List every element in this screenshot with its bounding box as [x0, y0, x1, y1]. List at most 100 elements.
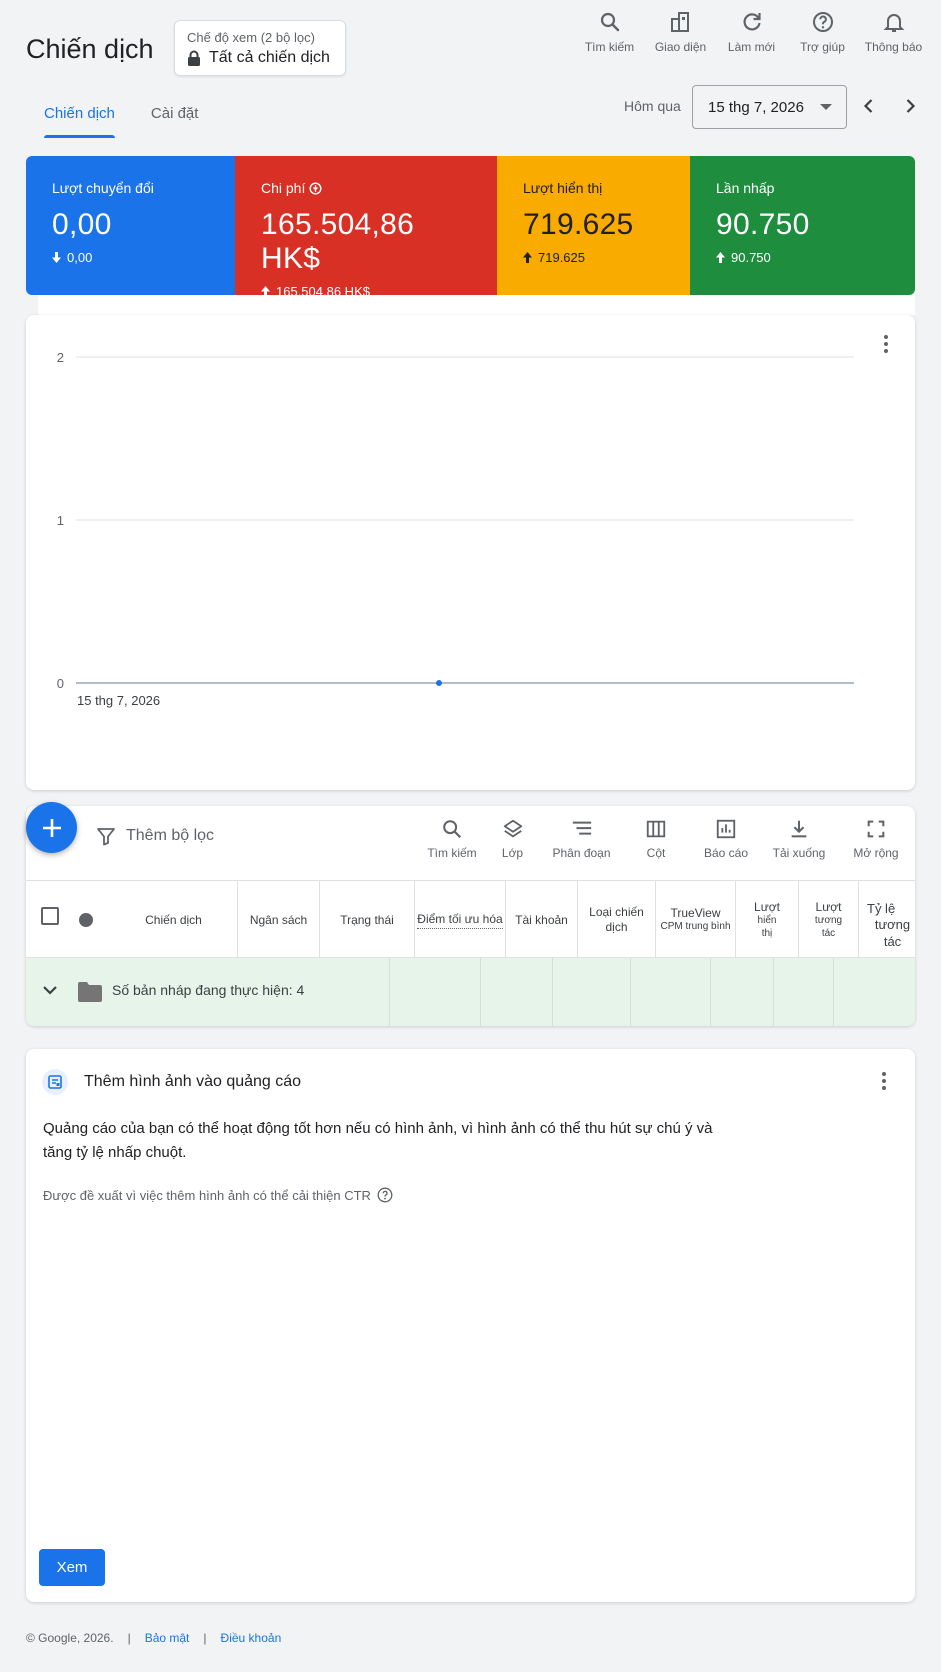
tool-expand[interactable]: Mở rộng [837, 818, 915, 860]
y-tick-label: 2 [57, 350, 64, 365]
status-dot-icon [79, 913, 93, 927]
draft-row[interactable]: Số bản nháp đang thực hiện: 4 [26, 958, 915, 1026]
chevron-left-icon [863, 99, 873, 113]
add-filter-label: Thêm bộ lọc [126, 827, 215, 844]
tab-campaigns[interactable]: Chiến dịch [26, 88, 133, 138]
arrow-up-icon [261, 286, 270, 295]
col-campaign[interactable]: Chiến dịch [110, 881, 238, 959]
copyright: © Google, 2026. [26, 1631, 114, 1645]
add-filter-button[interactable]: Thêm bộ lọc [96, 826, 214, 846]
col-interactions[interactable]: Lượt tương tác [799, 881, 859, 959]
col-interaction-rate[interactable]: Tỷ lệ tương tác [859, 881, 915, 959]
more-vert-icon[interactable] [872, 1069, 896, 1093]
view-selector-value: Tất cả chiến dịch [209, 49, 330, 66]
chevron-down-icon[interactable] [42, 984, 58, 996]
chart-header-strip [38, 295, 915, 315]
tool-label: Lớp [501, 846, 524, 860]
top-action-label: Làm mới [727, 40, 776, 54]
footer: © Google, 2026. | Bảo mật | Điều khoản [26, 1631, 281, 1645]
top-action-refresh[interactable]: Làm mới [716, 10, 787, 54]
col-campaign-type[interactable]: Loại chiến dịch [578, 881, 656, 959]
top-action-search[interactable]: Tìm kiếm [574, 10, 645, 54]
tool-layers[interactable]: Lớp [483, 818, 542, 860]
date-picker[interactable]: 15 thg 7, 2026 [692, 85, 847, 129]
tool-reports[interactable]: Báo cáo [691, 818, 761, 860]
tool-label: Cột [646, 846, 666, 860]
top-action-label: Tìm kiếm [584, 40, 635, 54]
tool-label: Tìm kiếm [427, 846, 477, 860]
scorecard-value: 0,00 [52, 208, 112, 241]
col-budget[interactable]: Ngân sách [238, 881, 320, 959]
previous-period-button[interactable] [855, 92, 883, 120]
tool-search[interactable]: Tìm kiếm [421, 818, 483, 860]
col-interactions-line1: Lượt [815, 900, 842, 914]
row-divider [773, 958, 774, 1026]
top-action-appearance[interactable]: Giao diện [645, 10, 716, 54]
x-tick-label: 15 thg 7, 2026 [77, 693, 160, 708]
scorecard-label: Lần nhấp [716, 180, 775, 196]
scorecard-value: 90.750 [716, 208, 810, 241]
recommendation-note-row: Được đề xuất vì việc thêm hình ảnh có th… [43, 1187, 393, 1203]
download-icon [791, 820, 807, 838]
segment-icon [572, 821, 591, 835]
currency-icon [309, 181, 322, 195]
col-campaign-type-line2: dịch [605, 920, 628, 934]
scorecard-conversions[interactable]: Lượt chuyển đổi 0,00 0,00 [26, 156, 235, 295]
terms-link[interactable]: Điều khoản [221, 1631, 282, 1645]
tool-label: Báo cáo [703, 846, 749, 860]
search-icon [443, 820, 462, 839]
filter-icon [97, 828, 115, 846]
top-actions: Tìm kiếm Giao diện Làm mới Trợ giúp Thôn… [574, 10, 929, 54]
view-selector[interactable]: Chế độ xem (2 bộ lọc) Tất cả chiến dịch [174, 20, 346, 76]
bell-icon [883, 14, 904, 32]
row-divider [389, 958, 390, 1026]
help-icon[interactable] [377, 1187, 393, 1203]
data-point [436, 680, 442, 686]
add-campaign-button[interactable] [26, 802, 77, 853]
top-action-label: Giao diện [654, 40, 707, 54]
tool-segment[interactable]: Phân đoạn [542, 818, 621, 860]
col-status[interactable]: Trạng thái [320, 881, 415, 959]
col-impressions-line3: thị [761, 927, 773, 939]
y-tick-label: 0 [57, 676, 64, 691]
tab-settings[interactable]: Cài đặt [133, 88, 217, 138]
col-interactions-line3: tác [821, 927, 836, 939]
tool-label: Tải xuống [772, 846, 826, 860]
scorecard-label: Chi phí [261, 180, 306, 196]
scorecard-clicks[interactable]: Lần nhấp 90.750 90.750 [690, 156, 915, 295]
col-account[interactable]: Tài khoản [506, 881, 578, 959]
col-impressions-line1: Lượt [754, 900, 780, 914]
scorecard-impressions[interactable]: Lượt hiển thị 719.625 719.625 [497, 156, 690, 295]
arrow-up-icon [523, 252, 532, 263]
next-period-button[interactable] [896, 92, 924, 120]
col-impressions-line2: hiển [757, 915, 777, 926]
scorecard-delta: 719.625 [538, 250, 585, 265]
recommendation-title: Thêm hình ảnh vào quảng cáo [84, 1073, 302, 1090]
scorecard-cost[interactable]: Chi phí 165.504,86 HK$ 165.504,86 HK$ [235, 156, 497, 295]
top-action-help[interactable]: Trợ giúp [787, 10, 858, 54]
scorecard-delta: 165.504,86 HK$ [276, 284, 370, 295]
report-icon [716, 819, 736, 839]
scorecard-value: 719.625 [523, 208, 634, 241]
help-icon [812, 12, 833, 32]
scorecard-delta: 90.750 [731, 250, 771, 265]
row-divider [552, 958, 553, 1026]
date-range-label: Hôm qua [624, 98, 681, 114]
footer-separator: | [127, 1631, 131, 1645]
tab-bar: Chiến dịch Cài đặt [26, 88, 216, 138]
col-trueview[interactable]: TrueView CPM trung bình [656, 881, 736, 959]
tool-label: Phân đoạn [552, 846, 611, 860]
lock-icon [188, 50, 200, 66]
col-impressions[interactable]: Lượt hiển thị [736, 881, 799, 959]
tool-columns[interactable]: Cột [621, 818, 691, 860]
select-all-checkbox[interactable] [41, 907, 59, 925]
col-optimization-score[interactable]: Điểm tối ưu hóa [415, 881, 506, 959]
privacy-link[interactable]: Bảo mật [145, 1631, 190, 1645]
page-title: Chiến dịch [26, 34, 154, 64]
view-recommendation-button[interactable]: Xem [39, 1549, 105, 1586]
scorecard-label: Lượt chuyển đổi [52, 180, 154, 196]
top-action-notifications[interactable]: Thông báo [858, 10, 929, 54]
caret-down-icon [820, 104, 832, 110]
chart-plot: 2 1 0 15 thg 7, 2026 [57, 350, 854, 708]
tool-download[interactable]: Tải xuống [761, 818, 837, 860]
